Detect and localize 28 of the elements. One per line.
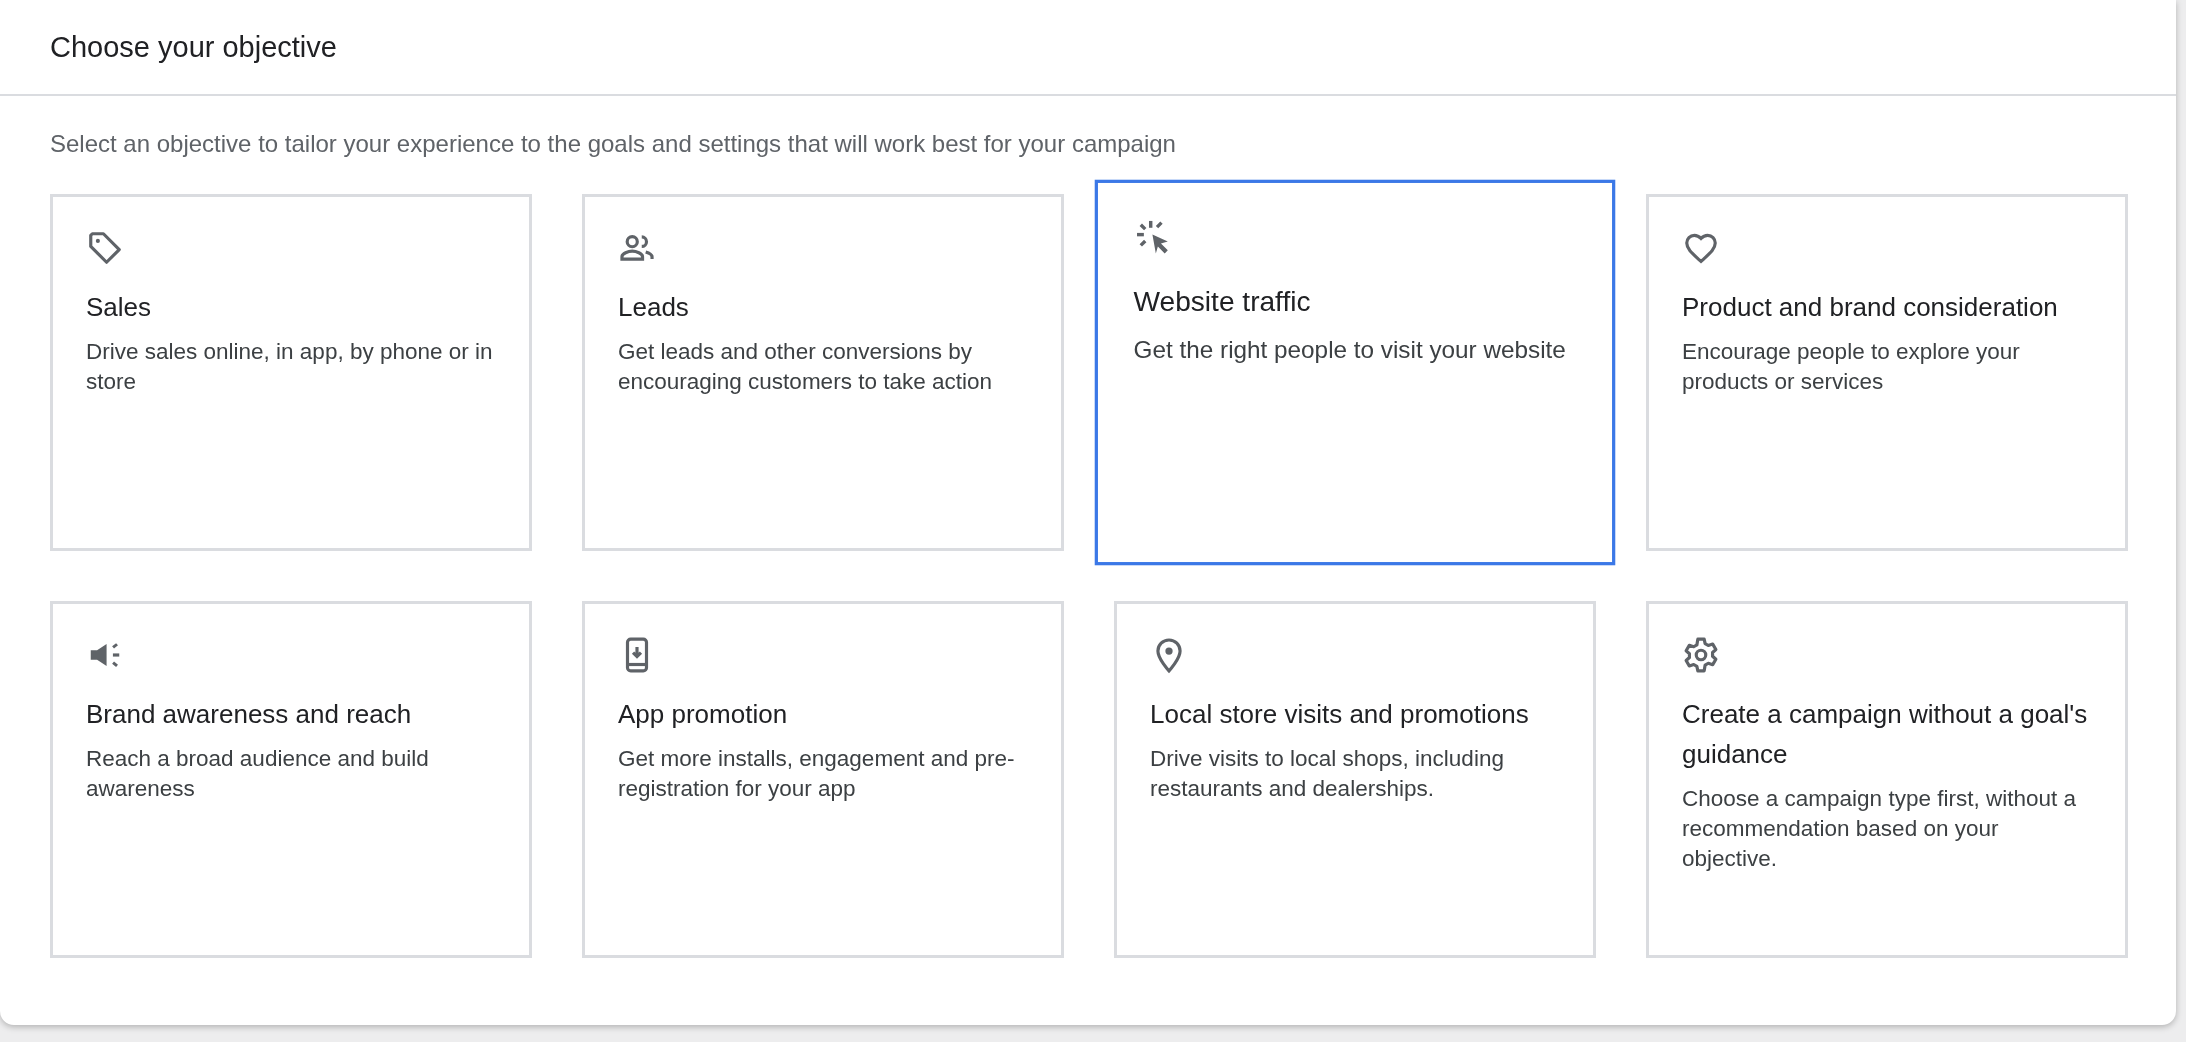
objective-card[interactable]: Leads Get leads and other conversions by encouraging customers to take action (582, 194, 1064, 551)
objective-card[interactable]: Sales Drive sales online, in app, by phone or in store (50, 194, 532, 551)
objective-card[interactable]: App promotion Get more installs, engagement and pre-registration for your app (582, 601, 1064, 958)
objective-title: Local store visits and promotions (1150, 698, 1530, 731)
objective-title: Create a campaign without a goal's guidance (1682, 698, 2089, 771)
objective-title: Sales (86, 291, 153, 324)
tag-icon (86, 229, 124, 267)
objective-title: App promotion (618, 698, 789, 731)
settings-icon (1682, 636, 1720, 674)
objective-title: Brand awareness and reach (86, 698, 413, 731)
dialog-title: Choose your objective (50, 30, 337, 64)
objective-card[interactable]: Create a campaign without a goal's guidance Choose a campaign type first, without a recommendation based on your objective. (1646, 601, 2128, 958)
objective-description: Reach a broad audience and build awareness (86, 745, 430, 803)
objective-card[interactable]: Product and brand consideration Encourage people to explore your products or services (1646, 194, 2128, 551)
objective-description: Get the right people to visit your website (1133, 335, 1567, 366)
dialog-subtitle: Select an objective to tailor your experience to the goals and settings that will work best for your campaign (50, 130, 1177, 158)
objective-description: Drive sales online, in app, by phone or in store (86, 338, 494, 396)
objective-description: Drive visits to local shops, including restaurants and dealerships. (1150, 745, 1505, 803)
objective-description: Choose a campaign type first, without a recommendation based on your objective. (1682, 785, 2077, 873)
objective-title: Leads (618, 291, 690, 324)
objective-card[interactable]: Website traffic Get the right people to visit your website (1094, 179, 1616, 566)
objective-description: Get leads and other conversions by encouraging customers to take action (618, 338, 993, 396)
objective-card[interactable]: Brand awareness and reach Reach a broad audience and build awareness (50, 601, 532, 958)
objective-description: Get more installs, engagement and pre-registration for your app (618, 745, 1016, 803)
objective-title: Website traffic (1133, 284, 1312, 320)
objective-description: Encourage people to explore your products or services (1682, 338, 2021, 396)
objective-card[interactable]: Local store visits and promotions Drive visits to local shops, including restaurants and dealerships. (1114, 601, 1596, 958)
objective-title: Product and brand consideration (1682, 291, 2059, 324)
